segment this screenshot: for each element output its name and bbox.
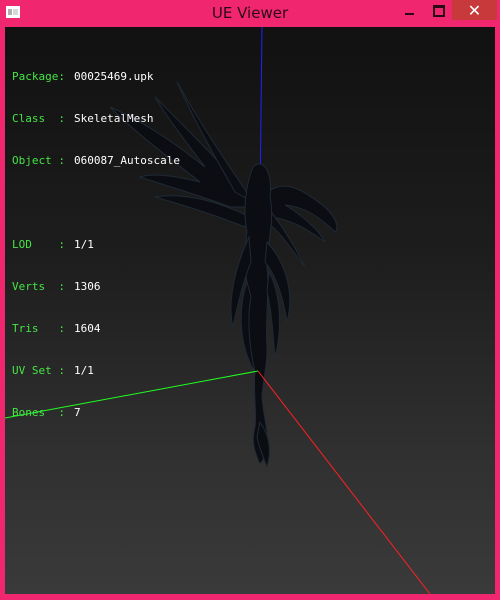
info-label: Class : [12,112,65,125]
info-value: 060087_Autoscale [74,154,180,167]
info-label: LOD : [12,238,65,251]
info-row-tris: Tris : 1604 [12,322,180,336]
info-row-bones: Bones : 7 [12,406,180,420]
info-label: Verts : [12,280,65,293]
info-value: 1604 [74,322,101,335]
app-window: UE Viewer ✕ Package: 00025469.upk Class … [0,0,500,600]
info-value: 1/1 [74,238,94,251]
info-label: Bones : [12,406,65,419]
info-row-object: Object : 060087_Autoscale [12,154,180,168]
info-value: 00025469.upk [74,70,154,83]
mesh-info-overlay: Package: 00025469.upk Class : SkeletalMesh… [12,42,180,448]
info-value: 1/1 [74,364,94,377]
close-icon: ✕ [467,0,482,20]
minimize-icon [404,13,414,15]
3d-viewport[interactable]: Package: 00025469.upk Class : SkeletalMesh… [5,27,495,594]
app-icon[interactable] [6,6,20,18]
info-row-verts: Verts : 1306 [12,280,180,294]
maximize-icon [433,5,445,17]
maximize-button[interactable] [426,0,452,22]
info-label: Object : [12,154,65,167]
info-label: Tris : [12,322,65,335]
minimize-button[interactable] [396,0,422,22]
info-row-package: Package: 00025469.upk [12,70,180,84]
info-value: 7 [74,406,81,419]
info-value: SkeletalMesh [74,112,154,125]
info-value: 1306 [74,280,101,293]
info-label: UV Set : [12,364,65,377]
title-bar[interactable]: UE Viewer ✕ [0,0,500,27]
info-label: Package: [12,70,65,83]
window-title: UE Viewer [211,4,289,22]
x-axis-line [257,370,431,594]
info-row-class: Class : SkeletalMesh [12,112,180,126]
info-row-uvset: UV Set : 1/1 [12,364,180,378]
close-button[interactable]: ✕ [452,0,497,20]
info-row-lod: LOD : 1/1 [12,238,180,252]
